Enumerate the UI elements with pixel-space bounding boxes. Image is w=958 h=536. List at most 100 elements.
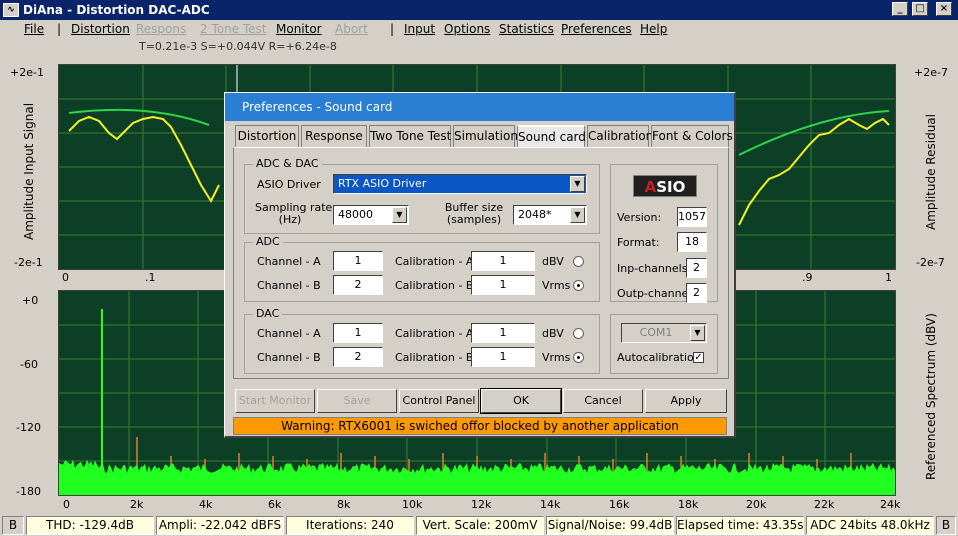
dac-cal-b-input[interactable]: 1 [471,347,535,367]
version-label: Version: [617,211,662,224]
cursor-readout: T=0.21e-3 S=+0.044V R=+6.24e-8 [139,40,337,53]
dac-vrms-radio[interactable] [573,352,584,363]
menu-preferences[interactable]: Preferences [561,22,632,36]
adc-dbv-label: dBV [542,255,564,268]
status-vert-scale: Vert. Scale: 200mV [416,516,544,535]
noise-floor-trace [59,459,895,495]
tab-response[interactable]: Response [301,125,367,147]
asio-logo: ASIO [633,175,697,197]
spectrum-x-tick-9: 18k [678,498,699,511]
buffer-size-label: Buffer size (samples) [444,201,504,226]
menu-separator: | [390,22,395,36]
dac-cal-a-input[interactable]: 1 [471,323,535,343]
warning-banner: Warning: RTX6001 is swiched offor blocke… [233,417,727,435]
menu-help[interactable]: Help [640,22,667,36]
menu-respons[interactable]: Respons [136,22,186,36]
menu-abort[interactable]: Abort [335,22,368,36]
adc-vrms-label: Vrms [542,279,571,292]
ok-button[interactable]: OK [480,388,562,414]
status-iterations: Iterations: 240 [286,516,414,535]
tab-calibration[interactable]: Calibration [587,125,653,147]
status-bar: B THD: -129.4dB Ampli: -22.042 dBFS Iter… [0,515,958,536]
buffer-size-value: 2048* [518,208,552,221]
waveform-icon[interactable]: ∿ [3,3,19,17]
adc-dac-group-title: ADC & DAC [253,157,322,170]
menu-bar: File | Distortion Respons 2 Tone Test Mo… [0,20,958,39]
amplitude-residual-label: Amplitude Residual [924,114,938,230]
status-adc-info: ADC 24bits 48.0kHz [806,516,934,535]
menu-monitor[interactable]: Monitor [276,22,322,36]
minimize-button[interactable]: _ [892,2,908,16]
buffer-size-select[interactable]: 2048* ▼ [513,205,587,225]
autocalibration-checkbox[interactable]: ✓ [693,352,704,363]
status-signal-noise: Signal/Noise: 99.4dB [546,516,674,535]
dac-channel-a-label: Channel - A [257,327,321,340]
spectrum-x-tick-5: 10k [402,498,423,511]
amplitude-input-label: Amplitude Input Signal [22,102,36,240]
spectrum-x-tick-11: 22k [814,498,835,511]
close-button[interactable]: × [936,2,952,16]
save-button[interactable]: Save [317,389,397,413]
spectrum-x-tick-2: 4k [199,498,213,511]
top-right-max-label: +2e-7 [914,66,948,79]
chevron-down-icon[interactable]: ▼ [392,207,407,223]
cancel-button[interactable]: Cancel [563,389,643,413]
top-left-min-label: -2e-1 [14,256,43,269]
chevron-down-icon[interactable]: ▼ [570,207,585,223]
control-panel-button[interactable]: Control Panel [399,389,479,413]
version-field: 1057 [677,207,707,227]
menu-options[interactable]: Options [444,22,490,36]
status-left-b[interactable]: B [2,516,24,535]
sound-card-panel: ADC & DAC ASIO Driver RTX ASIO Driver ▼ … [233,147,729,379]
spectrum-x-tick-10: 20k [746,498,767,511]
sampling-rate-select[interactable]: 48000 ▼ [333,205,409,225]
format-field: 18 [677,232,707,252]
dac-dbv-label: dBV [542,327,564,340]
dac-group: DAC Channel - A 1 Calibration - A 1 dBV … [244,307,600,374]
maximize-button[interactable]: □ [912,2,928,16]
status-ampli: Ampli: -22.042 dBFS [156,516,284,535]
tab-two-tone-test[interactable]: Two Tone Test [369,125,451,147]
adc-cal-b-input[interactable]: 1 [471,275,535,295]
asio-driver-label: ASIO Driver [257,178,321,191]
asio-driver-select[interactable]: RTX ASIO Driver ▼ [333,174,587,194]
top-left-max-label: +2e-1 [10,66,44,79]
tab-font-colors[interactable]: Font & Colors [651,125,733,147]
menu-distortion[interactable]: Distortion [71,22,130,36]
com-port-select[interactable]: COM1 ▼ [621,323,707,343]
status-elapsed: Elapsed time: 43.35s [676,516,804,535]
tab-sound-card[interactable]: Sound card [517,125,586,147]
status-right-b[interactable]: B [936,516,956,535]
tab-distortion[interactable]: Distortion [235,125,299,147]
asio-info-group: ASIO Version: 1057 Format: 18 Inp-channe… [610,164,718,303]
menu-separator: | [57,22,62,36]
top-right-min-label: -2e-7 [916,256,945,269]
menu-input[interactable]: Input [404,22,435,36]
adc-channel-b-input[interactable]: 2 [333,275,383,295]
menu-two-tone-test[interactable]: 2 Tone Test [200,22,267,36]
dac-channel-b-input[interactable]: 2 [333,347,383,367]
adc-channel-a-input[interactable]: 1 [333,251,383,271]
dac-dbv-radio[interactable] [573,328,584,339]
chevron-down-icon[interactable]: ▼ [570,176,585,192]
com-port-value: COM1 [639,326,673,339]
spectrum-y-tick-3: -180 [16,485,41,498]
tab-simulation[interactable]: Simulation [453,125,518,147]
com-port-group: COM1 ▼ Autocalibration ✓ [610,314,718,374]
adc-cal-a-input[interactable]: 1 [471,251,535,271]
menu-statistics[interactable]: Statistics [499,22,554,36]
start-monitor-button[interactable]: Start Monitor [235,389,315,413]
chevron-down-icon[interactable]: ▼ [690,325,705,341]
dac-cal-b-label: Calibration - B [395,351,474,364]
spectrum-x-tick-7: 14k [540,498,561,511]
adc-vrms-radio[interactable] [573,280,584,291]
title-bar: ∿ DiAna - Distortion DAC-ADC _ □ × [0,0,958,20]
dac-group-title: DAC [253,307,283,320]
menu-file[interactable]: File [24,22,44,36]
adc-dbv-radio[interactable] [573,256,584,267]
apply-button[interactable]: Apply [645,389,727,413]
residual-trace [68,115,220,204]
dac-channel-a-input[interactable]: 1 [333,323,383,343]
spectrum-y-tick-0: +0 [22,294,39,307]
top-x-tick-1: .1 [145,271,156,284]
